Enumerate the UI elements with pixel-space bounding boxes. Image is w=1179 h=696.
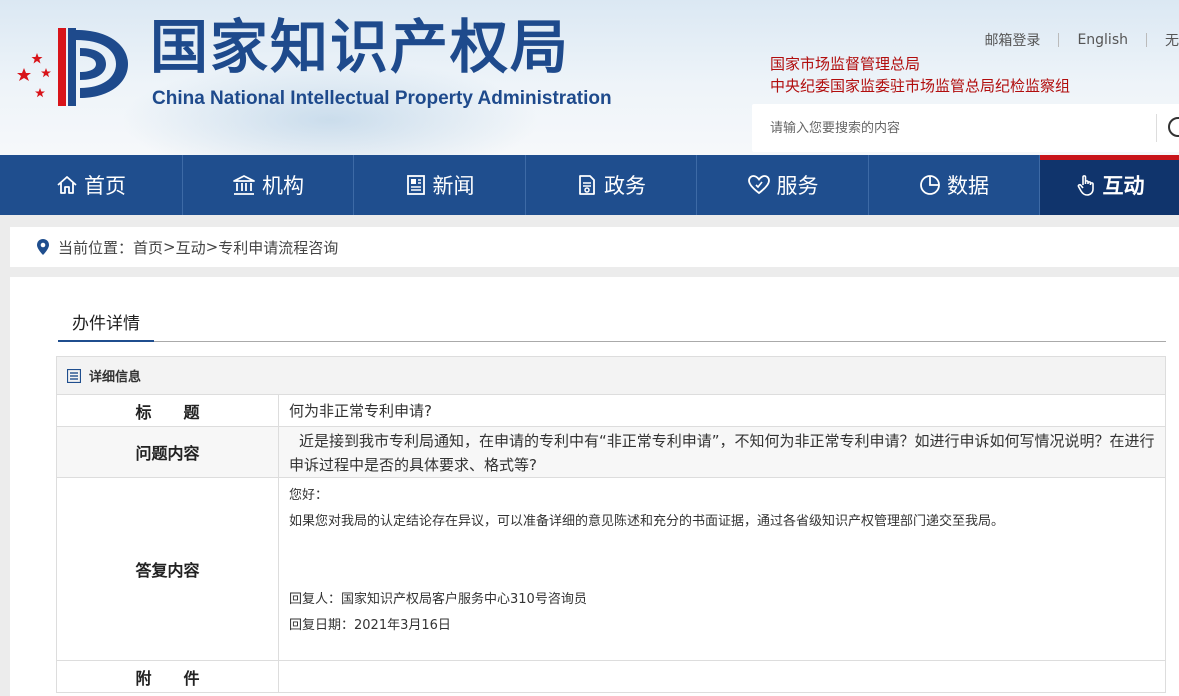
location-pin-icon (37, 239, 49, 255)
search-icon[interactable] (1162, 114, 1179, 144)
main-nav: 首页 机构 新闻 政务 服务 数据 互动 (0, 155, 1179, 215)
detail-tab: 办件详情 (58, 310, 1166, 342)
nav-label: 首页 (84, 174, 126, 198)
nav-item-interaction[interactable]: 互动 (1040, 155, 1179, 215)
home-icon (57, 176, 77, 194)
institution-icon (233, 175, 255, 195)
news-icon (406, 175, 425, 195)
document-icon (579, 175, 595, 195)
hand-pointer-icon (1077, 175, 1094, 196)
nav-item-data[interactable]: 数据 (869, 155, 1040, 215)
nav-label: 政务 (604, 174, 646, 198)
answer-responder: 回复人：国家知识产权局客户服务中心310号咨询员 (289, 592, 587, 607)
title-label: 标 题 (57, 395, 279, 426)
mail-login-link[interactable]: 邮箱登录 (966, 30, 1058, 50)
site-title: 国家知识产权局 (150, 13, 571, 81)
section-header-label: 详细信息 (89, 370, 142, 385)
accessibility-link[interactable]: 无 (1147, 30, 1179, 50)
title-value: 何为非正常专利申请? (289, 402, 432, 420)
english-link[interactable]: English (1059, 32, 1146, 48)
nav-label: 数据 (947, 174, 989, 198)
nav-item-home[interactable]: 首页 (0, 155, 183, 215)
table-row-title: 标 题 何为非正常专利申请? (57, 394, 1165, 426)
breadcrumb-current[interactable]: 专利申请流程咨询 (218, 237, 338, 258)
attachment-value[interactable] (279, 661, 1165, 692)
pie-chart-icon (920, 175, 940, 195)
list-icon (67, 368, 81, 383)
section-header: 详细信息 (57, 357, 1165, 394)
breadcrumb-home[interactable]: 首页 (133, 237, 163, 258)
table-row-question: 问题内容 近是接到我市专利局通知，在申请的专利中有“非正常专利申请”，不知何为非… (57, 426, 1165, 477)
answer-spacer (289, 535, 1155, 587)
answer-body: 如果您对我局的认定结论存在异议，可以准备详细的意见陈述和充分的书面证据，通过各省… (289, 514, 1005, 529)
nav-label: 新闻 (432, 174, 475, 198)
answer-date: 回复日期：2021年3月16日 (289, 618, 451, 633)
nav-item-government[interactable]: 政务 (526, 155, 697, 215)
nav-item-service[interactable]: 服务 (697, 155, 869, 215)
search-divider (1156, 114, 1157, 142)
detail-panel: 办件详情 详细信息 标 题 何为非正常专利申请? 问题内容 近是接到我市专利局通… (10, 277, 1179, 696)
tab-case-detail[interactable]: 办件详情 (58, 310, 154, 342)
affiliation-discipline[interactable]: 中央纪委国家监委驻市场监管总局纪检监察组 (770, 75, 1070, 96)
breadcrumb-separator: > (205, 238, 219, 256)
site-header: 国家知识产权局 China National Intellectual Prop… (0, 0, 1179, 155)
detail-table: 详细信息 标 题 何为非正常专利申请? 问题内容 近是接到我市专利局通知，在申请… (56, 356, 1166, 693)
top-links: 邮箱登录 English 无 (966, 30, 1179, 50)
question-label: 问题内容 (57, 427, 279, 477)
breadcrumb-interaction[interactable]: 互动 (176, 237, 206, 258)
nav-label: 服务 (776, 174, 819, 198)
nav-item-news[interactable]: 新闻 (354, 155, 526, 215)
heart-hand-icon (747, 175, 770, 195)
cnipa-logo[interactable] (10, 18, 130, 114)
attachment-label: 附 件 (57, 661, 279, 692)
answer-greeting: 您好： (289, 488, 329, 503)
answer-label: 答复内容 (57, 478, 279, 660)
nav-label: 机构 (262, 174, 304, 198)
nav-label: 互动 (1102, 174, 1145, 198)
affiliation-samr[interactable]: 国家市场监督管理总局 (770, 53, 920, 74)
breadcrumb-separator: > (163, 238, 176, 256)
breadcrumb: 当前位置： 首页 > 互动 > 专利申请流程咨询 (10, 227, 1179, 267)
table-row-answer: 答复内容 您好： 如果您对我局的认定结论存在异议，可以准备详细的意见陈述和充分的… (57, 477, 1165, 660)
search-input[interactable] (752, 104, 1152, 152)
breadcrumb-prefix: 当前位置： (58, 238, 134, 257)
site-subtitle: China National Intellectual Property Adm… (152, 88, 612, 109)
table-row-attachment: 附 件 (57, 660, 1165, 692)
nav-item-institution[interactable]: 机构 (183, 155, 354, 215)
question-value: 近是接到我市专利局通知，在申请的专利中有“非正常专利申请”，不知何为非正常专利申… (289, 432, 1155, 474)
search-box (752, 104, 1179, 152)
answer-value: 您好： 如果您对我局的认定结论存在异议，可以准备详细的意见陈述和充分的书面证据，… (279, 478, 1165, 660)
